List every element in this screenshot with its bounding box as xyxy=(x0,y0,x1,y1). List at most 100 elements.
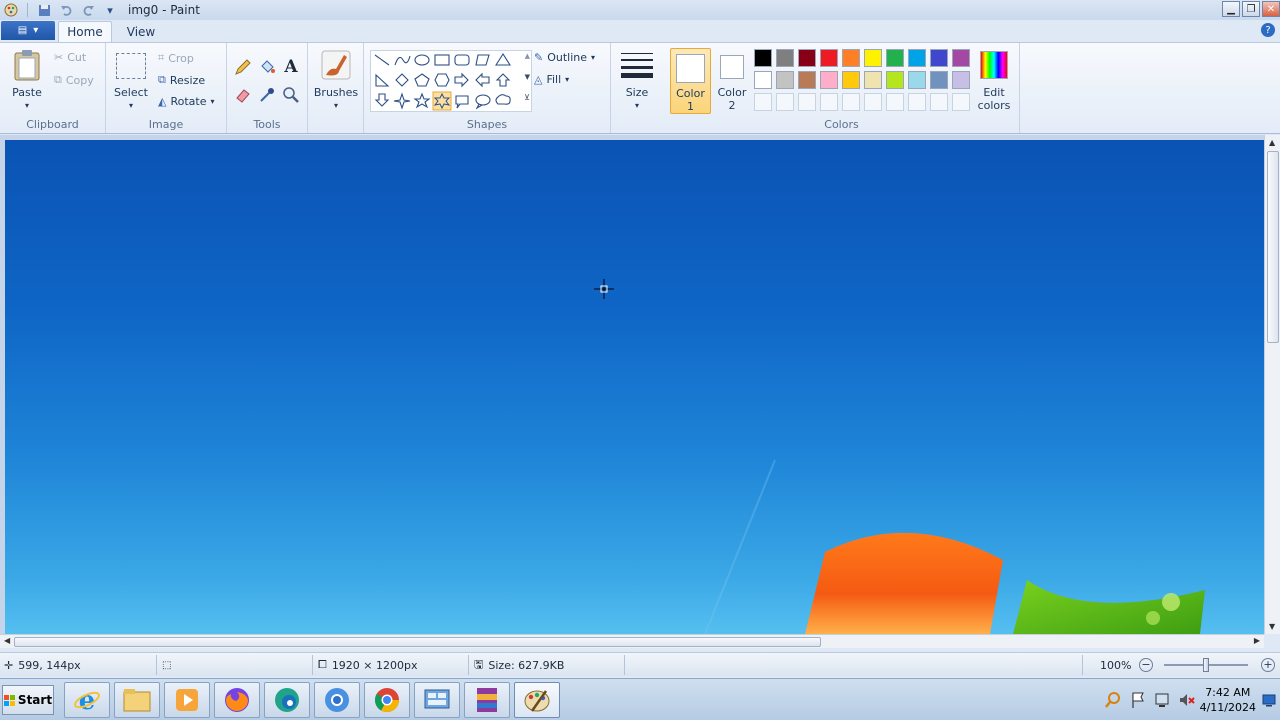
custom-color-slot[interactable] xyxy=(886,93,904,111)
tab-view[interactable]: View xyxy=(118,21,164,42)
paste-button[interactable]: Paste ▾ xyxy=(6,49,48,113)
cloud-callout-shape-icon[interactable] xyxy=(495,94,511,105)
cut-button[interactable]: ✂ Cut xyxy=(54,51,86,64)
triangle-shape-icon[interactable] xyxy=(494,52,512,66)
close-button[interactable]: ✕ xyxy=(1262,1,1280,17)
color1-button[interactable]: Color 1 xyxy=(670,48,711,114)
firefox-icon[interactable] xyxy=(214,682,260,718)
curve-shape-icon[interactable] xyxy=(394,55,411,66)
right-arrow-shape-icon[interactable] xyxy=(454,72,469,88)
color-swatch[interactable] xyxy=(886,49,904,67)
scroll-left-icon[interactable]: ◀ xyxy=(4,636,10,645)
four-point-star-shape-icon[interactable] xyxy=(393,92,411,110)
color-swatch[interactable] xyxy=(952,71,970,89)
custom-color-slot[interactable] xyxy=(908,93,926,111)
select-button[interactable]: Select ▾ xyxy=(112,49,150,113)
search-icon[interactable] xyxy=(1104,691,1122,709)
color-swatch[interactable] xyxy=(842,71,860,89)
vertical-scrollbar[interactable]: ▲ ▼ xyxy=(1264,135,1280,634)
media-player-icon[interactable] xyxy=(164,682,210,718)
copy-button[interactable]: ⧉ Copy xyxy=(54,73,94,87)
scroll-up-icon[interactable]: ▲ xyxy=(1269,138,1275,147)
paint-menu-button[interactable]: ▤ ▾ xyxy=(1,21,55,40)
pencil-icon[interactable] xyxy=(233,57,253,77)
vertical-scroll-thumb[interactable] xyxy=(1267,151,1279,343)
fill-button[interactable]: ◬ Fill ▾ xyxy=(534,73,569,86)
save-icon[interactable] xyxy=(35,2,53,18)
shapes-scroll-down-icon[interactable]: ▼ xyxy=(525,73,530,81)
color-swatch[interactable] xyxy=(776,71,794,89)
oval-callout-shape-icon[interactable] xyxy=(475,94,491,110)
custom-color-slot[interactable] xyxy=(776,93,794,111)
chromium-icon[interactable] xyxy=(314,682,360,718)
custom-color-slot[interactable] xyxy=(930,93,948,111)
paint-app-icon[interactable] xyxy=(2,2,20,18)
chrome-icon[interactable] xyxy=(364,682,410,718)
line-shape-icon[interactable] xyxy=(374,54,390,66)
custom-color-slot[interactable] xyxy=(798,93,816,111)
network-icon[interactable] xyxy=(1154,691,1170,709)
diamond-shape-icon[interactable] xyxy=(395,73,409,87)
scroll-right-icon[interactable]: ▶ xyxy=(1254,636,1260,645)
color-swatch[interactable] xyxy=(754,49,772,67)
resize-button[interactable]: ⧉ Resize xyxy=(158,73,205,87)
show-desktop-button[interactable] xyxy=(1262,693,1276,707)
rectangle-shape-icon[interactable] xyxy=(434,54,450,66)
color-swatch[interactable] xyxy=(952,49,970,67)
color-swatch[interactable] xyxy=(820,71,838,89)
color2-button[interactable]: Color 2 xyxy=(713,48,751,114)
zoom-slider-thumb[interactable] xyxy=(1203,658,1209,672)
volume-muted-icon[interactable] xyxy=(1178,691,1196,709)
six-point-star-shape-icon[interactable] xyxy=(432,91,452,111)
rounded-callout-shape-icon[interactable] xyxy=(455,95,469,109)
custom-color-slot[interactable] xyxy=(952,93,970,111)
custom-color-slot[interactable] xyxy=(754,93,772,111)
fill-bucket-icon[interactable] xyxy=(257,57,277,77)
color-swatch[interactable] xyxy=(864,71,882,89)
color-swatch[interactable] xyxy=(776,49,794,67)
rounded-rectangle-shape-icon[interactable] xyxy=(454,54,470,66)
pentagon-shape-icon[interactable] xyxy=(414,73,430,87)
color-swatch[interactable] xyxy=(864,49,882,67)
hexagon-shape-icon[interactable] xyxy=(434,73,450,87)
horizontal-scrollbar[interactable]: ◀ ▶ xyxy=(0,634,1264,648)
oval-shape-icon[interactable] xyxy=(414,54,430,66)
color-swatch[interactable] xyxy=(754,71,772,89)
magnifier-icon[interactable] xyxy=(281,85,301,105)
zoom-in-button[interactable]: + xyxy=(1261,658,1275,672)
scroll-down-icon[interactable]: ▼ xyxy=(1269,622,1275,631)
color-swatch[interactable] xyxy=(820,49,838,67)
color-swatch[interactable] xyxy=(908,71,926,89)
five-point-star-shape-icon[interactable] xyxy=(413,92,431,109)
zoom-slider[interactable] xyxy=(1164,658,1248,672)
undo-icon[interactable] xyxy=(57,2,75,18)
start-button[interactable]: Start xyxy=(2,685,54,715)
rotate-button[interactable]: ◭ Rotate ▾ xyxy=(158,95,215,108)
minimize-button[interactable]: ▁ xyxy=(1222,1,1240,17)
shapes-expand-icon[interactable]: ⊻ xyxy=(524,93,530,102)
edge-icon[interactable] xyxy=(264,682,310,718)
edit-colors-button[interactable]: Edit colors xyxy=(975,48,1013,114)
color-swatch[interactable] xyxy=(908,49,926,67)
custom-color-slot[interactable] xyxy=(820,93,838,111)
brushes-button[interactable]: Brushes ▾ xyxy=(312,49,360,113)
color-swatch[interactable] xyxy=(798,71,816,89)
polygon-shape-icon[interactable] xyxy=(475,54,490,66)
crop-button[interactable]: ⌗ Crop xyxy=(158,51,194,65)
color-swatch[interactable] xyxy=(886,71,904,89)
text-tool-icon[interactable]: A xyxy=(281,57,301,77)
outline-button[interactable]: ✎ Outline ▾ xyxy=(534,51,595,64)
color-swatch[interactable] xyxy=(842,49,860,67)
shapes-scroll-up-icon[interactable]: ▲ xyxy=(525,52,530,60)
color-swatch[interactable] xyxy=(798,49,816,67)
drawing-canvas[interactable] xyxy=(5,140,1264,634)
down-arrow-shape-icon[interactable] xyxy=(374,93,390,107)
zoom-out-button[interactable]: − xyxy=(1139,658,1153,672)
file-explorer-icon[interactable] xyxy=(114,682,160,718)
winrar-icon[interactable] xyxy=(464,682,510,718)
internet-explorer-icon[interactable]: e xyxy=(64,682,110,718)
help-icon[interactable]: ? xyxy=(1261,23,1275,37)
size-button[interactable]: Size ▾ xyxy=(615,49,659,113)
restore-button[interactable]: ❐ xyxy=(1242,1,1260,17)
paint-taskbar-icon[interactable] xyxy=(514,682,560,718)
